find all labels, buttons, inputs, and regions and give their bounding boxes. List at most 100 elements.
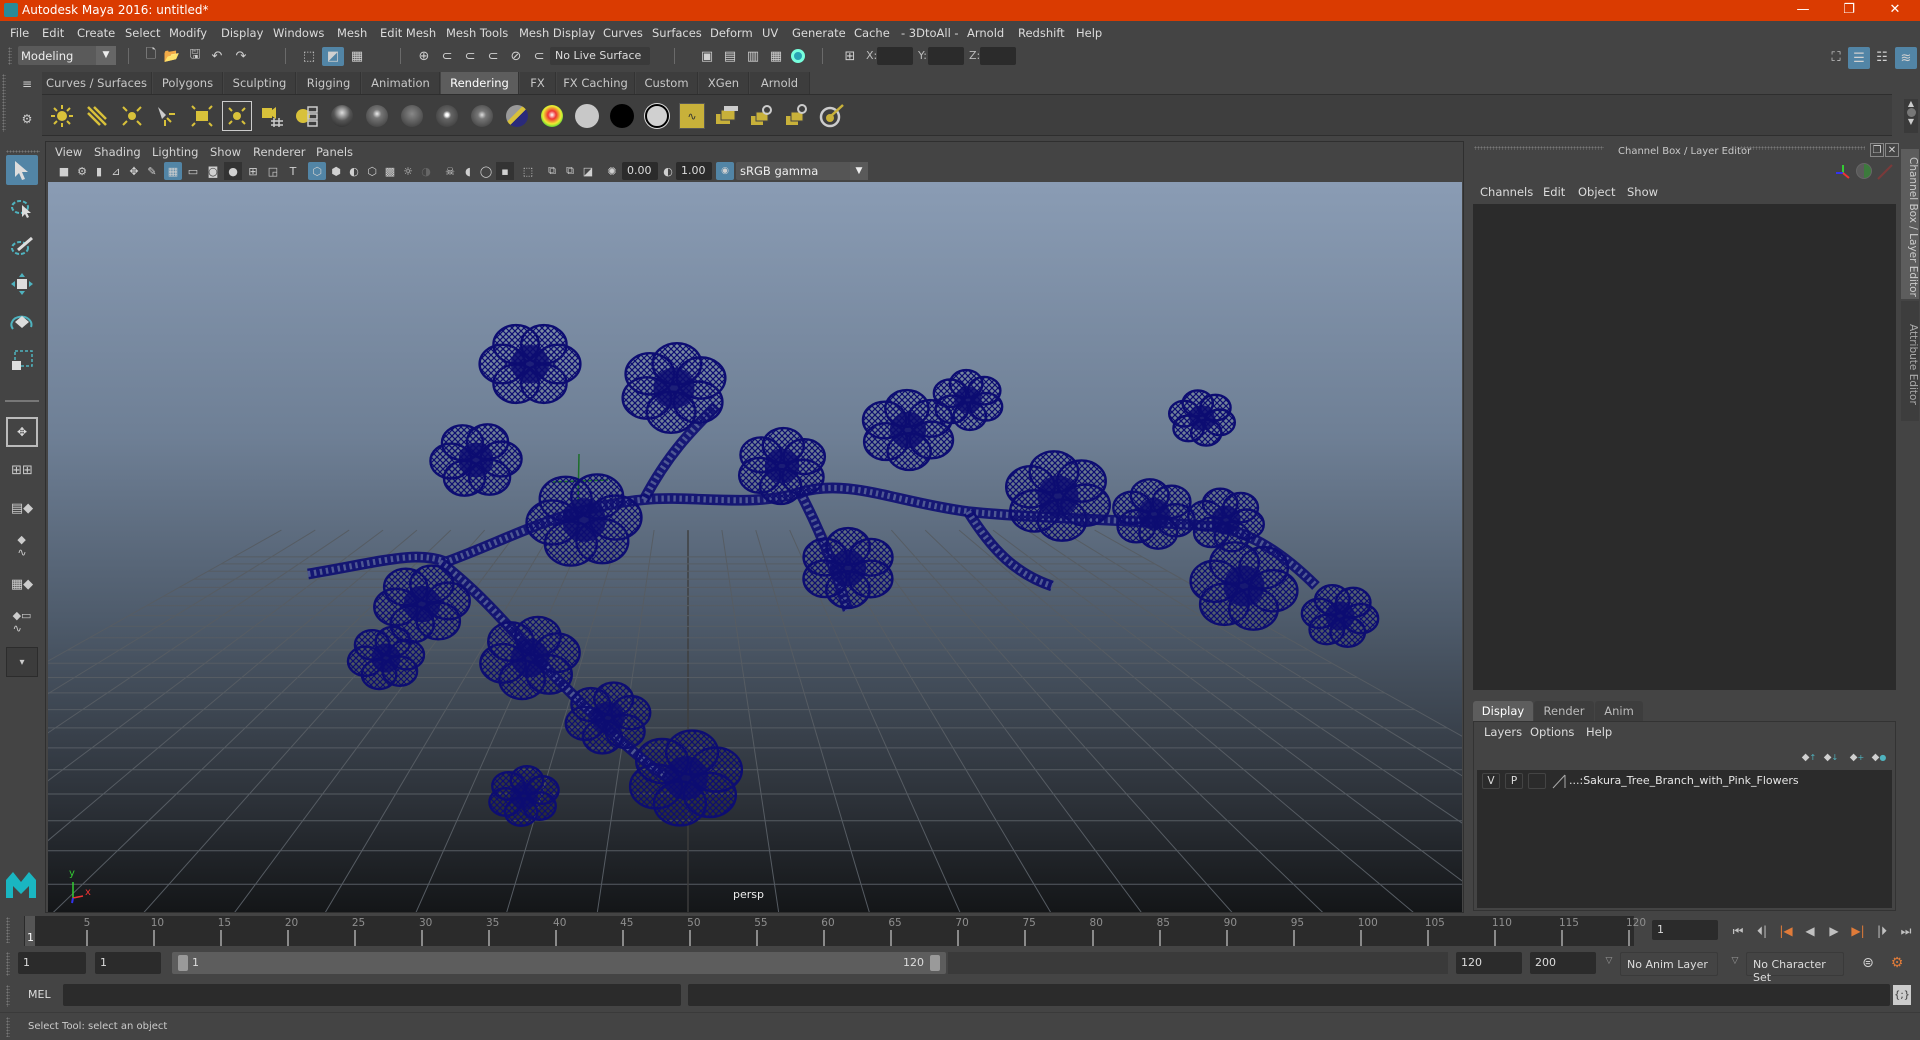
paint-effects-icon[interactable] <box>817 101 847 131</box>
layers-menu[interactable]: Layers <box>1484 725 1522 739</box>
lambert-material-icon[interactable] <box>397 101 427 131</box>
image-plane-icon[interactable]: ⊿ <box>108 162 124 180</box>
render-view-icon[interactable]: ∿ <box>677 101 707 131</box>
smooth-shade-icon[interactable]: ⬢ <box>328 162 344 180</box>
close-panel-icon[interactable]: ✕ <box>1885 143 1899 157</box>
auto-key-icon[interactable]: ⊜ <box>1858 953 1878 973</box>
side-tab-channel-box[interactable]: Channel Box / Layer Editor <box>1901 149 1919 299</box>
shadows-icon[interactable]: ◑ <box>418 162 434 180</box>
custom-layout-icon[interactable]: ▾ <box>6 647 38 677</box>
select-by-object-icon[interactable]: ◩ <box>322 47 344 66</box>
layer-tab-display[interactable]: Display <box>1473 701 1533 721</box>
field-chart-icon[interactable]: ⊞ <box>244 162 262 180</box>
panel-grip[interactable] <box>1474 146 1604 150</box>
menu-mesh-tools[interactable]: Mesh Tools <box>446 26 508 40</box>
menu-uv[interactable]: UV <box>762 26 778 40</box>
anisotropic-material-icon[interactable] <box>327 101 357 131</box>
gamma-field[interactable]: 1.00 <box>676 162 712 180</box>
shelf-tab-arnold[interactable]: Arnold <box>750 72 810 94</box>
viewport-menu-view[interactable]: View <box>55 145 82 159</box>
wireframe-shading-icon[interactable]: ⬡ <box>308 162 326 180</box>
move-tool-icon[interactable] <box>6 269 38 299</box>
use-all-lights-icon[interactable]: ☼ <box>400 162 416 180</box>
animation-preferences-icon[interactable]: ⚙ <box>1886 952 1908 974</box>
shelf-tab-sculpting[interactable]: Sculpting <box>224 72 296 94</box>
shelf-tab-rendering[interactable]: Rendering <box>441 72 519 94</box>
scene-canvas[interactable] <box>48 182 1462 912</box>
channel-edit-menu[interactable]: Edit <box>1543 185 1565 199</box>
viewport-menu-panels[interactable]: Panels <box>316 145 353 159</box>
persp-graph-hypergraph-layout-icon[interactable]: ◆▭ ∿ <box>6 607 38 637</box>
snap-to-surface-icon[interactable]: ⊘ <box>506 47 526 65</box>
float-panel-icon[interactable]: ❐ <box>1870 143 1884 157</box>
layer-tab-anim[interactable]: Anim <box>1595 701 1643 721</box>
step-back-frame-icon[interactable]: ⏴| <box>1751 920 1773 942</box>
gamma-icon[interactable]: ◐ <box>661 162 675 180</box>
ipr-render-icon[interactable] <box>747 101 777 131</box>
safe-action-icon[interactable]: ◲ <box>264 162 282 180</box>
layer-help-menu[interactable]: Help <box>1586 725 1612 739</box>
character-set-chevron-icon[interactable]: ▽ <box>1728 954 1742 968</box>
exposure-icon[interactable]: ✺ <box>604 162 620 180</box>
step-back-key-icon[interactable]: |◀ <box>1775 920 1797 942</box>
live-surface-field[interactable]: No Live Surface <box>550 47 650 65</box>
channel-object-menu[interactable]: Object <box>1578 185 1615 199</box>
persp-graph-layout-icon[interactable]: ◆ ∿ <box>6 531 38 561</box>
spot-light-icon[interactable] <box>152 101 182 131</box>
menu-modify[interactable]: Modify <box>169 26 207 40</box>
snap-to-point-icon[interactable]: ⊂ <box>460 47 480 65</box>
shelf-tab-fx-caching[interactable]: FX Caching <box>557 72 635 94</box>
menu-select[interactable]: Select <box>125 26 160 40</box>
channel-box-toggle-icon[interactable]: ≋ <box>1895 47 1917 69</box>
use-background-icon[interactable] <box>642 101 672 131</box>
xray-joints-icon[interactable]: ◪ <box>580 162 596 180</box>
render-current-frame-icon[interactable] <box>712 101 742 131</box>
shelf-grip[interactable] <box>2 74 6 132</box>
perspective-viewport[interactable]: y x persp <box>48 182 1462 912</box>
attribute-editor-toggle-icon[interactable]: ☰ <box>1848 47 1870 69</box>
shelf-tab-fx[interactable]: FX <box>520 72 556 94</box>
phong-material-icon[interactable] <box>432 101 462 131</box>
range-slider-track[interactable] <box>948 952 1448 974</box>
restore-button[interactable]: ❐ <box>1826 0 1872 21</box>
layer-playback-toggle[interactable]: P <box>1505 773 1523 789</box>
menu-redshift[interactable]: Redshift <box>1018 26 1065 40</box>
lasso-tool-icon[interactable] <box>6 193 38 223</box>
menu-mesh[interactable]: Mesh <box>337 26 367 40</box>
multisample-aa-icon[interactable]: ◯ <box>478 162 494 180</box>
snap-to-pivot-icon[interactable]: ⊂ <box>529 47 549 65</box>
layer-tab-render[interactable]: Render <box>1534 701 1594 721</box>
command-line-grip[interactable] <box>6 985 10 1007</box>
directional-light-icon[interactable] <box>82 101 112 131</box>
menu-deform[interactable]: Deform <box>710 26 753 40</box>
render-settings-icon[interactable]: ▦ <box>766 47 786 65</box>
layer-row[interactable]: V P ...:Sakura_Tree_Branch_with_Pink_Flo… <box>1477 773 1892 791</box>
time-slider-grip[interactable] <box>6 917 10 943</box>
shelf-scroll-handle[interactable] <box>1906 108 1916 117</box>
layer-visibility-toggle[interactable]: V <box>1482 773 1500 789</box>
shelf-tab-curves-surfaces[interactable]: Curves / Surfaces <box>42 72 152 94</box>
new-empty-layer-icon[interactable]: ◆ + <box>1848 750 1866 764</box>
shelf-tab-rigging[interactable]: Rigging <box>297 72 361 94</box>
menu-display[interactable]: Display <box>221 26 263 40</box>
shelf-scroll[interactable]: ▲ ▼ <box>1904 99 1918 133</box>
shelf-tab-polygons[interactable]: Polygons <box>153 72 223 94</box>
y-field[interactable] <box>928 47 964 65</box>
gate-mask-icon[interactable]: ● <box>224 162 242 180</box>
range-end-handle[interactable] <box>930 955 940 971</box>
modeling-toolkit-icon[interactable]: ⛶ <box>1826 47 1846 67</box>
textured-icon[interactable]: ▩ <box>382 162 398 180</box>
mel-command-input[interactable] <box>63 984 681 1006</box>
x-field[interactable] <box>877 47 913 65</box>
script-language-toggle[interactable]: MEL <box>28 988 51 1001</box>
side-tab-attribute-editor[interactable]: Attribute Editor <box>1901 301 1919 421</box>
render-frame-icon[interactable]: ▤ <box>720 47 740 65</box>
menu-curves[interactable]: Curves <box>603 26 643 40</box>
shelf-tab-custom[interactable]: Custom <box>636 72 698 94</box>
animation-end-field[interactable]: 200 <box>1530 952 1596 974</box>
color-space-dropdown[interactable]: sRGB gamma ▼ <box>736 162 868 180</box>
shelf-tab-animation[interactable]: Animation <box>362 72 440 94</box>
animation-start-field[interactable]: 1 <box>18 952 86 974</box>
go-to-start-icon[interactable]: ⏮ <box>1727 920 1749 942</box>
step-forward-frame-icon[interactable]: |⏵ <box>1871 920 1893 942</box>
